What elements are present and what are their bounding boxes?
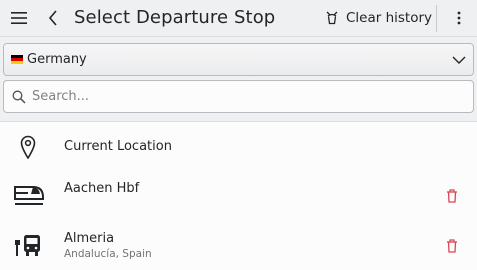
delete-button[interactable] — [441, 235, 463, 257]
list-item[interactable]: Aachen Hbf — [0, 170, 477, 220]
page-title: Select Departure Stop — [74, 7, 276, 28]
search-input[interactable] — [32, 89, 452, 104]
search-field[interactable] — [3, 80, 474, 113]
trash-icon — [447, 239, 457, 253]
clear-history-icon — [326, 11, 338, 25]
clear-history-button[interactable]: Clear history — [318, 4, 438, 32]
list-item-name: Aachen Hbf — [64, 181, 140, 196]
list-item[interactable]: Almeria Andalucía, Spain — [0, 220, 477, 270]
list-item[interactable]: Current Location — [0, 122, 477, 170]
kebab-menu-icon — [457, 11, 461, 25]
search-icon — [12, 90, 26, 104]
bus-stop-icon — [12, 231, 44, 259]
hamburger-menu-icon — [11, 12, 27, 24]
delete-button[interactable] — [441, 185, 463, 207]
list-item-name: Current Location — [64, 139, 172, 154]
toolbar: Select Departure Stop Clear history — [0, 0, 477, 37]
clear-history-label: Clear history — [346, 10, 433, 26]
chevron-left-icon — [48, 10, 57, 26]
chevron-down-icon — [452, 56, 466, 64]
country-select[interactable]: Germany — [3, 43, 474, 76]
toolbar-separator — [436, 5, 437, 32]
country-select-value: Germany — [27, 52, 87, 67]
trash-icon — [447, 189, 457, 203]
list-item-subtitle: Andalucía, Spain — [64, 248, 152, 260]
back-button[interactable] — [40, 5, 66, 31]
train-icon — [12, 180, 46, 208]
hamburger-menu-button[interactable] — [6, 5, 32, 31]
germany-flag-icon — [11, 55, 23, 64]
stop-list: Current Location Aachen Hbf Almeria Anda… — [0, 121, 477, 270]
list-item-name: Almeria — [64, 231, 115, 246]
location-pin-icon — [12, 133, 44, 161]
more-options-button[interactable] — [446, 5, 472, 31]
